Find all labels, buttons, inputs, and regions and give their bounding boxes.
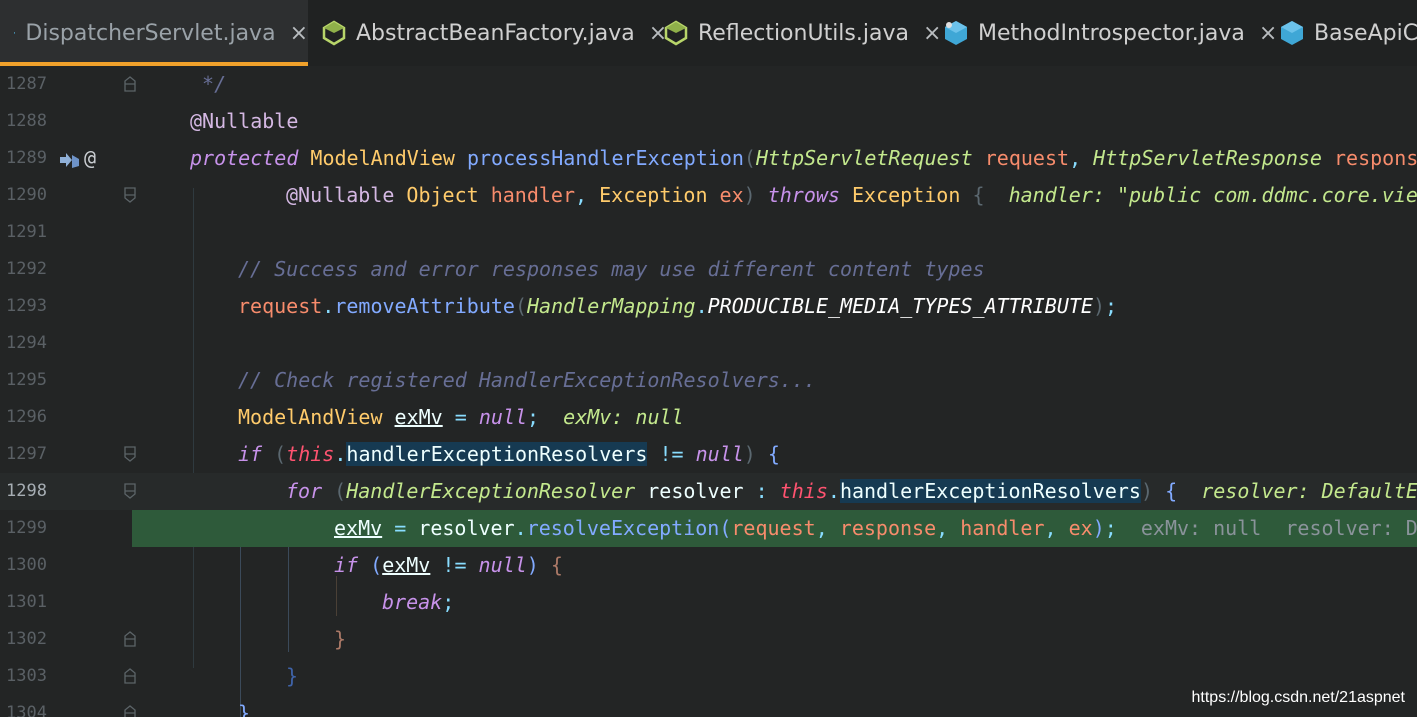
code-line[interactable]: 1287 */ [0,66,1417,103]
tab-baseapico[interactable]: BaseApiCo [1280,0,1417,66]
close-icon[interactable]: × [290,21,308,46]
close-icon[interactable]: × [923,21,941,46]
code-line-current[interactable]: 1298 for (HandlerExceptionResolver resol… [0,473,1417,510]
close-icon[interactable]: × [1259,21,1277,46]
line-number: 1298 [6,481,47,501]
code-text: protected ModelAndView processHandlerExc… [190,146,1417,170]
code-text: @Nullable [190,109,299,133]
code-line[interactable]: 1295 // Check registered HandlerExceptio… [0,362,1417,399]
tab-label: ReflectionUtils.java [698,20,909,46]
code-line[interactable]: 1288 @Nullable [0,103,1417,140]
code-text: } [286,664,299,688]
java-class-icon [14,32,16,34]
fold-end-icon[interactable] [124,668,136,684]
tab-abstractbeanfactory[interactable]: AbstractBeanFactory.java × [322,0,667,66]
line-number: 1300 [6,555,47,575]
tab-methodintrospector[interactable]: MethodIntrospector.java × [944,0,1277,66]
line-number: 1297 [6,444,47,464]
fold-start-icon[interactable] [124,187,136,203]
line-number: 1288 [6,111,47,131]
code-line[interactable]: 1296 ModelAndView exMv = null; exMv: nul… [0,399,1417,436]
line-number: 1287 [6,74,47,94]
code-line[interactable]: 1301 break; [0,584,1417,621]
line-number: 1291 [6,222,47,242]
override-method-icon[interactable] [58,151,80,169]
code-line-execution-point[interactable]: 1299 exMv = resolver.resolveException(re… [0,510,1417,547]
line-number: 1292 [6,259,47,279]
fold-start-icon[interactable] [124,446,136,462]
code-text: } [334,627,347,651]
code-line[interactable]: 1302 } [0,621,1417,658]
fold-start-icon[interactable] [124,483,136,499]
line-number: 1299 [6,518,47,538]
code-text: if (exMv != null) { [334,553,563,577]
code-line[interactable]: 1289 @ protected ModelAndView processHan… [0,140,1417,177]
code-line[interactable]: 1300 if (exMv != null) { [0,547,1417,584]
code-text: @Nullable Object handler, Exception ex) … [286,183,1417,207]
code-comment: // Success and error responses may use d… [238,257,985,281]
java-class-icon [945,21,967,45]
java-abstract-class-icon [664,20,688,46]
line-number: 1290 [6,185,47,205]
code-line[interactable]: 1294 [0,325,1417,362]
annotation-at-icon[interactable]: @ [84,146,96,170]
line-number: 1289 [6,148,47,168]
watermark-url: https://blog.csdn.net/21aspnet [1191,689,1405,706]
code-text: if (this.handlerExceptionResolvers != nu… [238,442,780,466]
code-line[interactable]: 1291 [0,214,1417,251]
line-number: 1304 [6,703,47,717]
code-text: ModelAndView exMv = null; exMv: null [238,405,684,429]
line-number: 1296 [6,407,47,427]
fold-end-icon[interactable] [124,705,136,717]
gutter-icons[interactable]: @ [58,146,96,170]
tab-reflectionutils[interactable]: ReflectionUtils.java × [664,0,941,66]
code-text: for (HandlerExceptionResolver resolver :… [286,479,1417,503]
line-number: 1293 [6,296,47,316]
line-number: 1301 [6,592,47,612]
code-text: } [238,701,251,717]
code-text: request.removeAttribute(HandlerMapping.P… [238,294,1118,318]
fold-end-icon[interactable] [124,631,136,647]
code-text: break; [382,590,455,614]
identifier-highlight: handlerExceptionResolvers [346,442,648,466]
java-abstract-class-icon [322,20,346,46]
editor-tab-bar: DispatcherServlet.java × AbstractBeanFac… [0,0,1417,66]
java-class-icon [1281,21,1303,45]
code-line[interactable]: 1290 @Nullable Object handler, Exception… [0,177,1417,214]
code-comment: // Check registered HandlerExceptionReso… [238,368,816,392]
code-line[interactable]: 1292 // Success and error responses may … [0,251,1417,288]
line-number: 1295 [6,370,47,390]
line-number: 1303 [6,666,47,686]
code-line[interactable]: 1293 request.removeAttribute(HandlerMapp… [0,288,1417,325]
tab-label: DispatcherServlet.java [25,20,276,46]
line-number: 1302 [6,629,47,649]
code-editor[interactable]: 1287 */ 1288 @Nullable 1289 @ protected … [0,66,1417,717]
line-number: 1294 [6,333,47,353]
code-line[interactable]: 1297 if (this.handlerExceptionResolvers … [0,436,1417,473]
fold-end-icon[interactable] [124,76,136,92]
code-text: */ [190,72,227,96]
tab-label: BaseApiCo [1314,20,1417,46]
tab-label: MethodIntrospector.java [978,20,1245,46]
tab-label: AbstractBeanFactory.java [356,20,635,46]
tab-dispatcherservlet[interactable]: DispatcherServlet.java × [0,0,308,66]
identifier-highlight: handlerExceptionResolvers [839,479,1141,503]
code-text: exMv = resolver.resolveException(request… [334,516,1417,540]
